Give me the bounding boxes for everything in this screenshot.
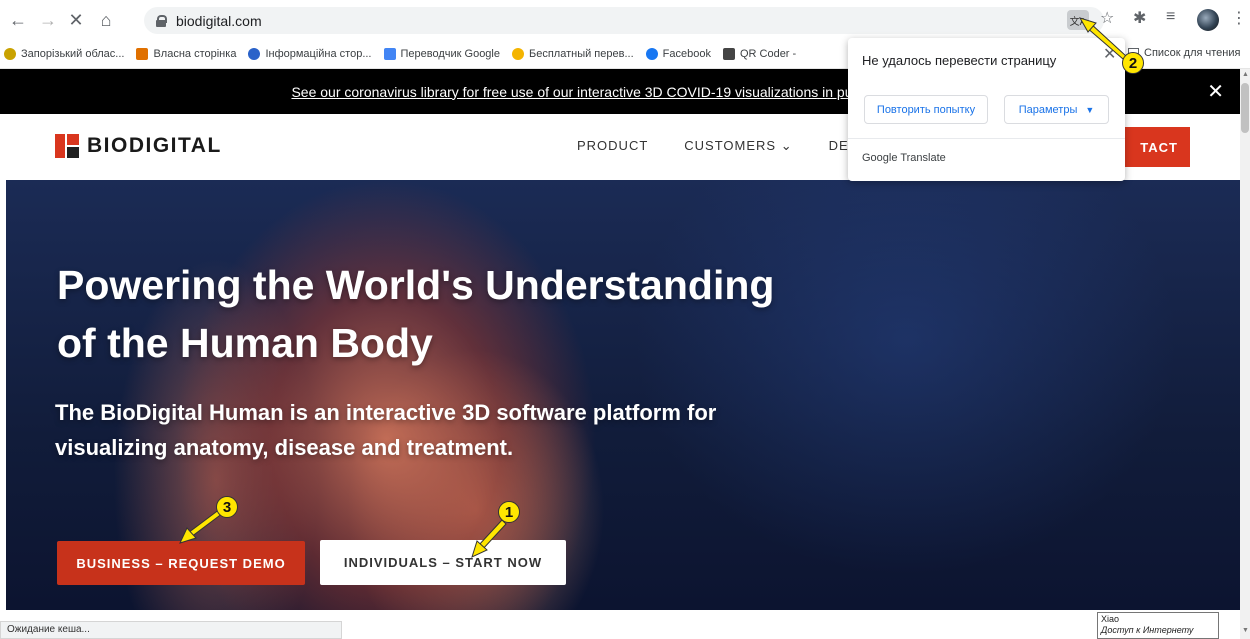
popup-title: Не удалось перевести страницу (862, 53, 1057, 68)
popup-divider (848, 138, 1125, 139)
hero-subtitle: The BioDigital Human is an interactive 3… (55, 400, 717, 460)
caret-down-icon: ▼ (1085, 104, 1095, 115)
status-bar: Ожидание кеша... (0, 621, 342, 639)
home-icon[interactable]: ⌂ (92, 6, 120, 34)
bookmark-item[interactable]: Запорізький облас... (4, 48, 124, 60)
star-icon[interactable]: ☆ (1100, 8, 1114, 28)
popup-close-icon[interactable]: ✕ (1103, 44, 1116, 64)
bookmark-favicon (512, 48, 524, 60)
reading-list-label: Список для чтения (1144, 47, 1241, 59)
tooltip-line1: Xiao (1101, 614, 1120, 624)
bookmark-item[interactable]: Переводчик Google (383, 48, 501, 60)
annotation-badge-3: 3 (216, 496, 238, 518)
start-now-button[interactable]: INDIVIDUALS – START NOW (320, 540, 566, 585)
profile-avatar[interactable] (1197, 9, 1219, 31)
extensions-icon[interactable]: ✱ (1133, 8, 1146, 28)
url-text[interactable]: biodigital.com (176, 13, 262, 29)
bookmark-label: Власна сторінка (153, 48, 237, 60)
covid-banner-link[interactable]: See our coronavirus library for free use… (291, 84, 852, 100)
back-icon[interactable]: ← (4, 6, 32, 34)
bookmark-favicon (4, 48, 16, 60)
bookmark-label: Переводчик Google (400, 48, 501, 60)
google-translate-label: Google Translate (862, 152, 946, 164)
reading-list[interactable]: Список для чтения (1128, 47, 1240, 59)
bookmark-favicon (383, 48, 396, 60)
annotation-badge-2: 2 (1122, 52, 1144, 74)
request-demo-button[interactable]: BUSINESS – REQUEST DEMO (57, 541, 305, 585)
bookmark-favicon (136, 48, 149, 60)
hero-section: Powering the World's Understanding of th… (6, 180, 1240, 610)
bookmark-favicon (722, 48, 735, 60)
site-logo[interactable]: BIODIGITAL (55, 134, 222, 158)
media-icon[interactable]: ≡ (1166, 8, 1175, 26)
bookmark-item[interactable]: Інформаційна стор... (248, 48, 372, 60)
bookmark-item[interactable]: Facebook (645, 48, 711, 60)
hero-title: Powering the World's Understanding of th… (57, 262, 775, 366)
tooltip-line2: Доступ к Интернету (1101, 625, 1194, 635)
forward-icon[interactable]: → (34, 6, 62, 34)
logo-mark (55, 134, 79, 158)
bookmark-favicon (645, 48, 658, 60)
bookmark-item[interactable]: Бесплатный перев... (512, 48, 634, 60)
close-icon[interactable]: ✕ (1207, 79, 1224, 104)
options-button[interactable]: Параметры ▼ (1004, 95, 1109, 124)
annotation-badge-1: 1 (498, 501, 520, 523)
bookmark-label: Facebook (662, 48, 711, 60)
bookmark-label: Бесплатный перев... (529, 48, 634, 60)
nav-product[interactable]: PRODUCT (577, 138, 648, 154)
translate-icon[interactable]: 文A (1067, 10, 1089, 30)
nav-customers[interactable]: CUSTOMERS ⌄ (684, 138, 792, 154)
page-scrollbar[interactable]: ▲ ▼ (1240, 69, 1250, 639)
bookmark-label: Інформаційна стор... (265, 48, 372, 60)
retry-button[interactable]: Повторить попытку (864, 95, 988, 124)
bookmark-item[interactable]: Власна сторінка (136, 48, 236, 60)
translate-popup: Не удалось перевести страницу Повторить … (848, 38, 1125, 181)
bookmark-label: QR Coder - (739, 48, 797, 60)
bookmark-label: Запорізький облас... (21, 48, 125, 60)
network-tooltip: Xiao Доступ к Интернету (1097, 612, 1219, 639)
main-nav: PRODUCT CUSTOMERS ⌄ DEV (577, 138, 894, 154)
bookmark-item[interactable]: QR Coder - (722, 48, 797, 60)
browser-toolbar: ← → ✕ ⌂ biodigital.com 文A ☆ ✱ ≡ ⋮ (0, 0, 1250, 40)
lock-icon[interactable] (156, 14, 167, 27)
menu-icon[interactable]: ⋮ (1231, 8, 1247, 28)
scroll-down-icon[interactable]: ▼ (1242, 627, 1249, 634)
scrollbar-thumb[interactable] (1241, 83, 1249, 133)
bookmark-favicon (248, 48, 261, 60)
address-bar[interactable]: biodigital.com (144, 7, 1104, 34)
logo-text: BIODIGITAL (87, 134, 222, 157)
options-label: Параметры (1018, 103, 1078, 116)
nav-customers-label: CUSTOMERS (684, 138, 777, 153)
chevron-down-icon: ⌄ (780, 138, 793, 153)
stop-icon[interactable]: ✕ (62, 6, 90, 34)
scroll-up-icon[interactable]: ▲ (1242, 71, 1249, 78)
